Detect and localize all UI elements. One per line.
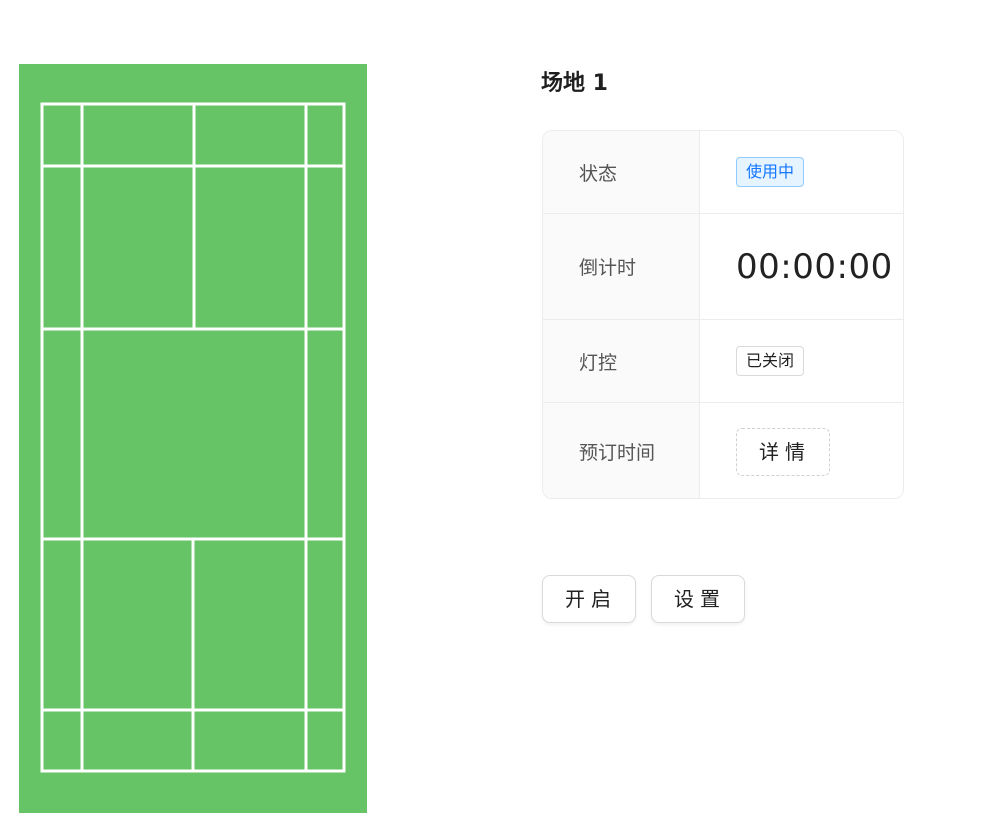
- status-label: 状态: [543, 131, 700, 213]
- countdown-row: 倒计时 00:00:00: [543, 214, 903, 320]
- status-badge: 使用中: [736, 157, 805, 187]
- venue-info-table: 状态 使用中 倒计时 00:00:00 灯控 已关闭 预订时间 详情: [542, 130, 904, 499]
- status-cell: 使用中: [700, 131, 903, 213]
- booking-time-row: 预订时间 详情: [543, 403, 903, 498]
- settings-button[interactable]: 设置: [651, 575, 745, 623]
- open-button[interactable]: 开启: [542, 575, 636, 623]
- light-control-cell: 已关闭: [700, 320, 903, 402]
- light-control-label: 灯控: [543, 320, 700, 402]
- countdown-label: 倒计时: [543, 214, 700, 319]
- light-control-row: 灯控 已关闭: [543, 320, 903, 403]
- badminton-court: [19, 64, 367, 813]
- countdown-value: 00:00:00: [736, 246, 893, 287]
- court-lines: [40, 102, 346, 773]
- venue-title: 场地 1: [541, 71, 608, 96]
- light-status-badge: 已关闭: [736, 346, 805, 376]
- page: 场地 1 状态 使用中 倒计时 00:00:00 灯控 已关闭 预订时间 详情: [0, 0, 1006, 837]
- booking-time-label: 预订时间: [543, 403, 700, 498]
- status-row: 状态 使用中: [543, 131, 903, 214]
- countdown-cell: 00:00:00: [700, 214, 903, 319]
- booking-details-button[interactable]: 详情: [736, 427, 830, 476]
- booking-time-cell: 详情: [700, 403, 903, 498]
